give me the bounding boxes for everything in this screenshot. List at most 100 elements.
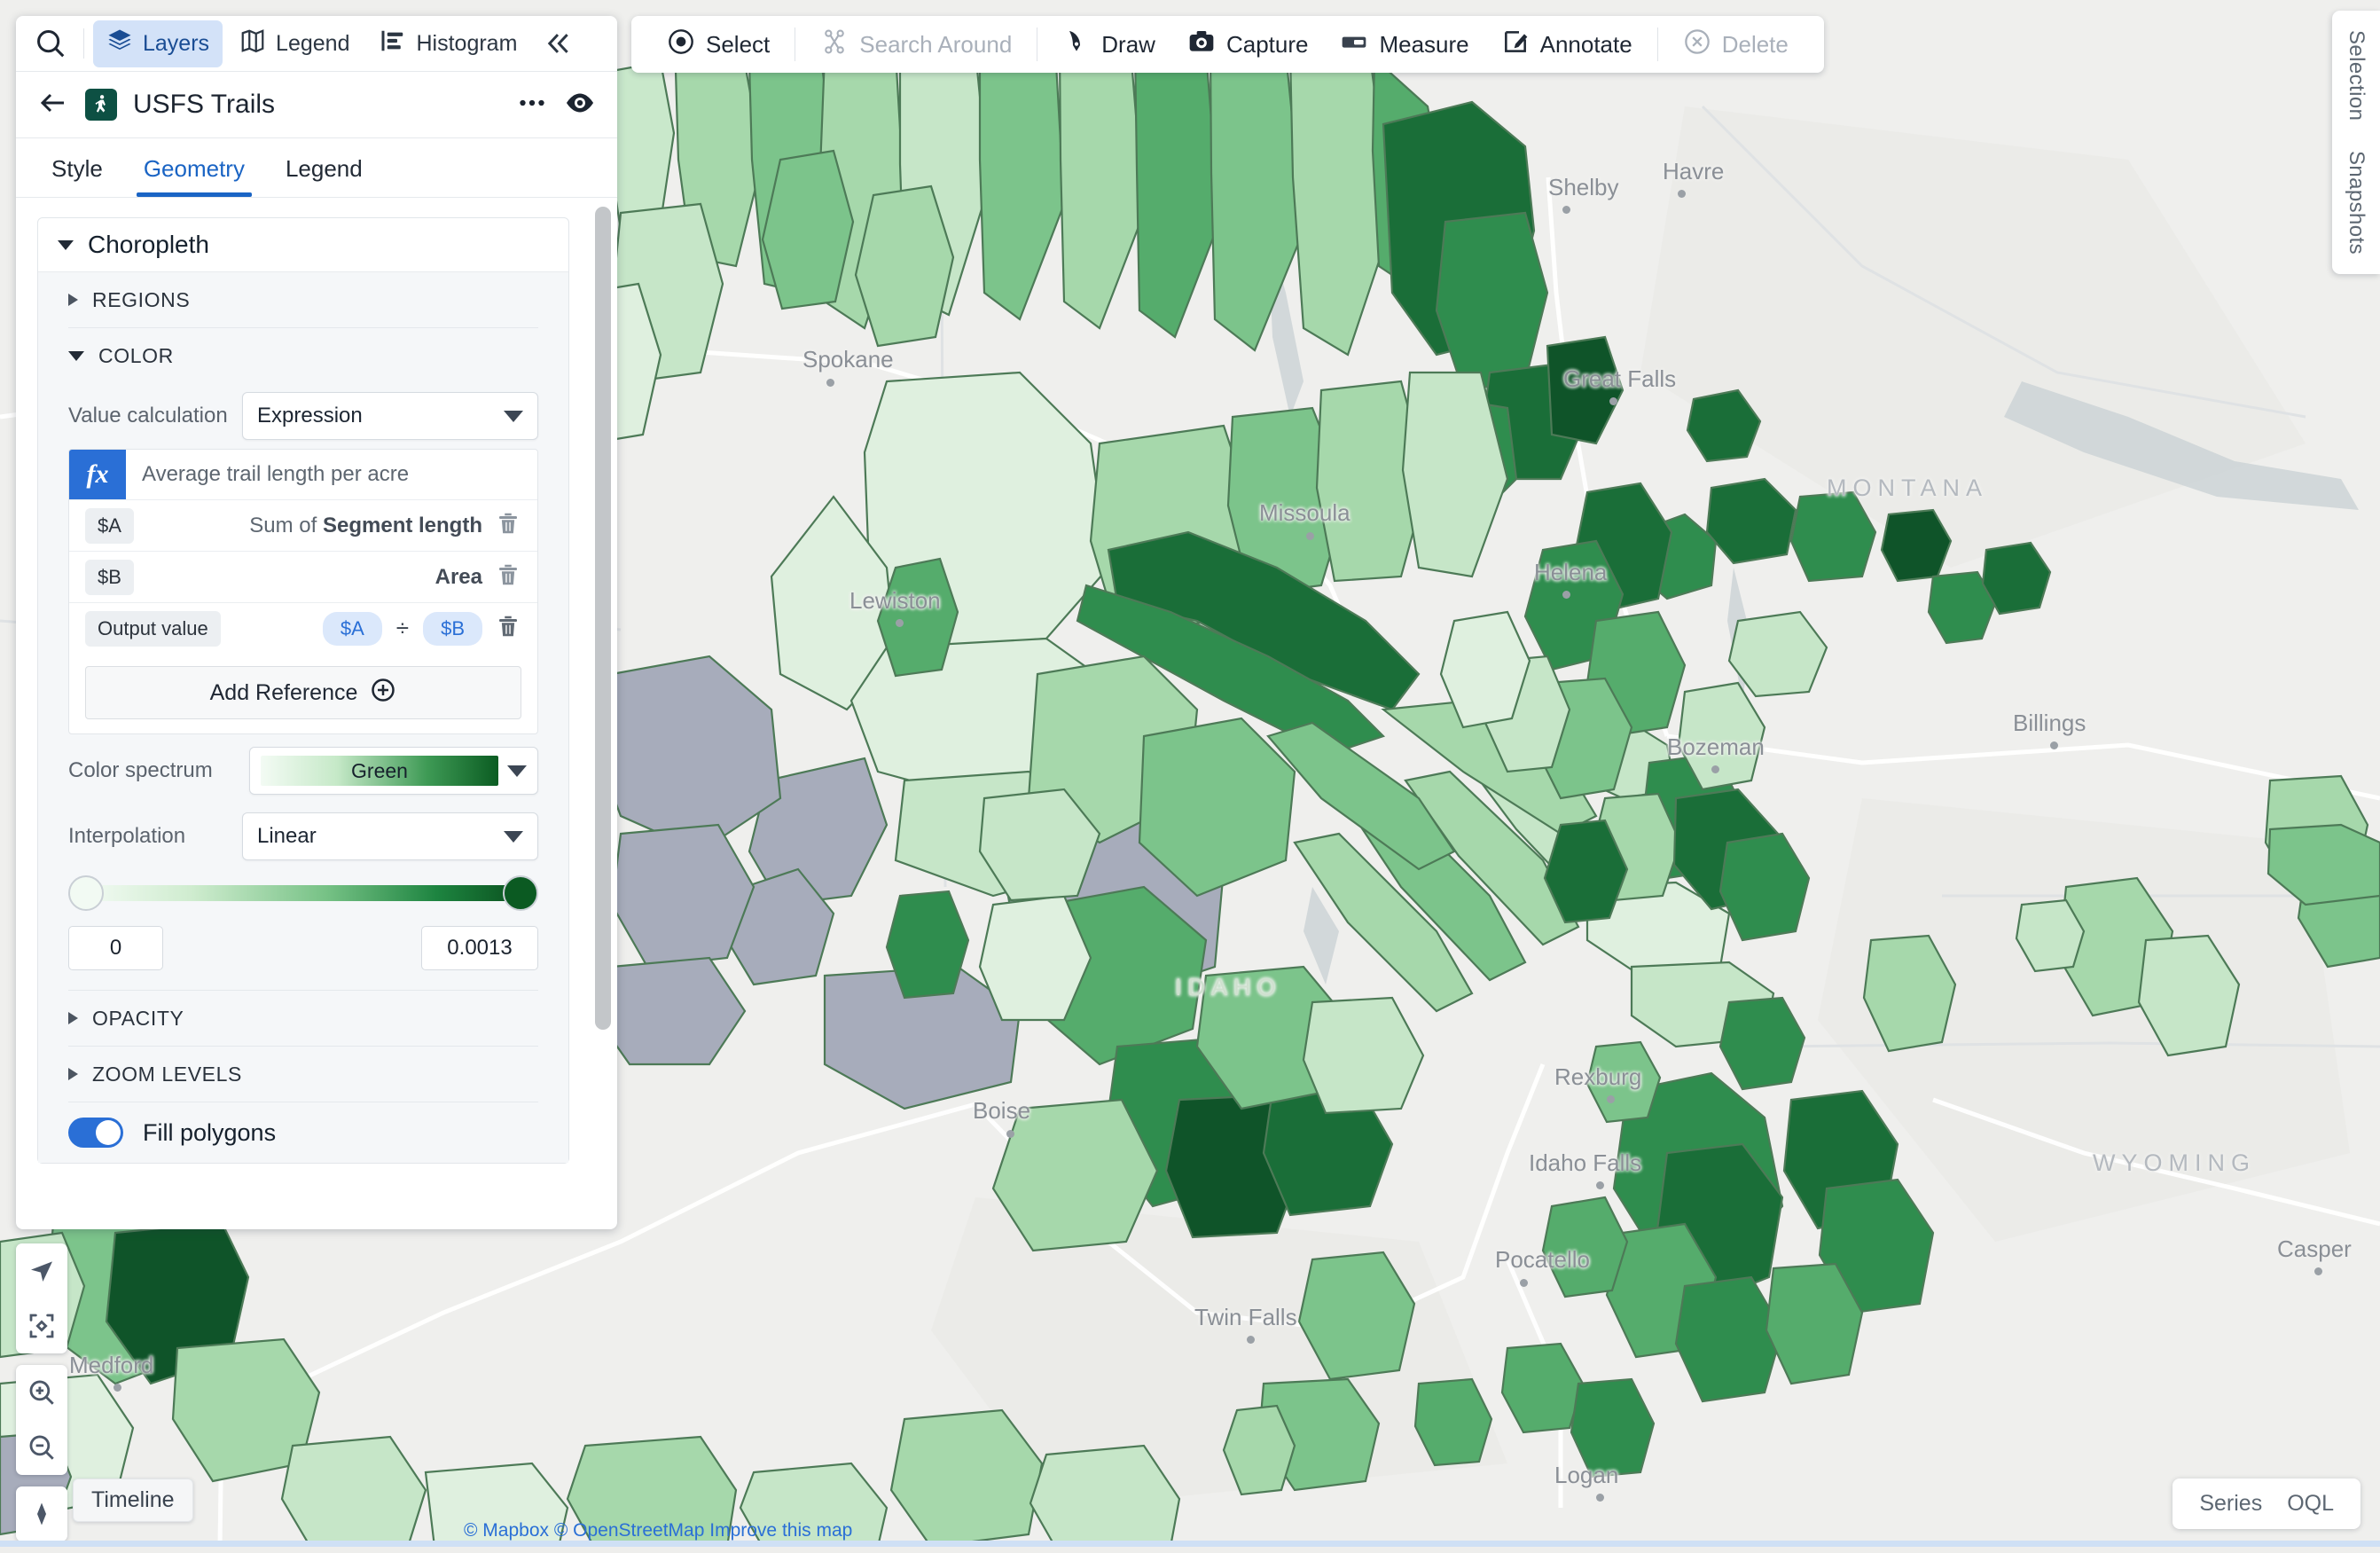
choropleth-card-header[interactable]: Choropleth [38,218,568,271]
panel-scrollbar-thumb[interactable] [595,207,611,1030]
output-operand-right[interactable]: $B [423,611,482,646]
expression-prefix: Sum of [249,513,323,537]
fill-polygons-toggle[interactable] [68,1118,123,1148]
color-range-max-handle[interactable] [503,875,538,911]
search-icon[interactable] [23,16,78,71]
color-spectrum-select[interactable]: Green [249,747,538,795]
city-dot [1520,1279,1528,1287]
city-dot [1247,1336,1255,1344]
panel-header: Layers Legend Histogram [16,16,617,72]
section-regions[interactable]: REGIONS [68,272,538,327]
panel-scrollbar[interactable] [595,207,611,1220]
oql-button[interactable]: OQL [2287,1491,2334,1517]
city-dot [1678,190,1686,198]
layer-title: USFS Trails [133,90,276,119]
panel-tab-legend[interactable]: Legend [226,20,363,67]
color-range-inputs: 0 0.0013 [68,926,538,970]
zoom-in-icon[interactable] [16,1365,67,1420]
timeline-button[interactable]: Timeline [73,1478,193,1522]
toolbar-measure-button[interactable]: Measure [1324,16,1484,73]
expression-output-row[interactable]: Output value $A ÷ $B [69,603,537,654]
toolbar-draw-button[interactable]: Draw [1046,16,1171,73]
compass-needle-icon[interactable] [16,1486,67,1541]
navigation-arrow-icon[interactable] [16,1243,67,1298]
layers-panel: Layers Legend Histogram USFS Trails Styl… [16,16,617,1229]
expression-row-a[interactable]: $A Sum of Segment length [69,500,537,552]
toolbar-capture-button[interactable]: Capture [1171,16,1325,73]
city-dot [896,619,904,627]
toolbar-search-around-button[interactable]: Search Around [804,16,1028,73]
trash-icon[interactable] [495,510,521,541]
chevron-double-left-icon[interactable] [530,16,585,71]
toolbar-label: Annotate [1539,30,1632,58]
toolbar-label: Select [706,30,771,58]
value-calculation-label: Value calculation [68,404,228,427]
trash-icon[interactable] [495,613,521,644]
city-dot [1562,206,1570,214]
value-calculation-select[interactable]: Expression [242,392,538,440]
choropleth-card: Choropleth REGIONS COLOR Value calculati… [37,217,569,1164]
section-label: ZOOM LEVELS [92,1062,242,1086]
section-color[interactable]: COLOR [68,328,538,383]
search-around-icon [820,27,849,62]
city-dot [1596,1181,1604,1189]
color-range-min-handle[interactable] [68,875,104,911]
more-ellipsis-icon[interactable] [516,87,548,123]
interpolation-label: Interpolation [68,824,186,848]
expression-builder: fx Average trail length per acre $A Sum … [68,449,538,734]
delete-circle-icon [1683,27,1711,62]
toolbar-delete-button[interactable]: Delete [1667,16,1805,73]
right-side-tabs: Selection Snapshots [2332,11,2380,275]
series-button[interactable]: Series [2199,1491,2262,1517]
toolbar-annotate-button[interactable]: Annotate [1485,16,1648,73]
side-tab-snapshots[interactable]: Snapshots [2344,151,2368,255]
tab-style[interactable]: Style [39,155,115,197]
map-icon [239,27,266,60]
eye-icon[interactable] [564,87,596,123]
fill-polygons-label: Fill polygons [143,1118,277,1146]
panel-tab-histogram[interactable]: Histogram [366,20,530,67]
range-max-input[interactable]: 0.0013 [421,926,538,970]
fit-bounds-icon[interactable] [16,1298,67,1353]
expression-row-b[interactable]: $B Area [69,552,537,603]
tab-geometry[interactable]: Geometry [131,155,257,197]
map-controls-group-compass [16,1486,67,1541]
layer-header: USFS Trails [16,72,617,138]
panel-tab-label: Histogram [416,30,518,56]
hiker-icon [85,89,117,121]
chevron-down-icon [504,410,523,422]
interpolation-value: Linear [257,824,317,848]
city-dot [2314,1267,2322,1275]
divide-operator-icon: ÷ [395,615,410,641]
interpolation-select[interactable]: Linear [242,812,538,860]
expression-title-row[interactable]: fx Average trail length per acre [69,450,537,500]
map-controls-group-zoom [16,1365,67,1475]
add-reference-label: Add Reference [209,679,358,705]
side-tab-selection[interactable]: Selection [2344,30,2368,121]
expression-row-b-value: Area [146,565,482,590]
city-dot [1562,591,1570,599]
interpolation-row: Interpolation Linear [68,804,538,869]
zoom-out-icon[interactable] [16,1420,67,1475]
tab-legend[interactable]: Legend [273,155,375,197]
chevron-right-icon [68,1068,78,1080]
annotate-icon [1501,27,1530,62]
map-attribution[interactable]: © Mapbox © OpenStreetMap Improve this ma… [464,1520,852,1541]
panel-header-divider [83,28,84,59]
trash-icon[interactable] [495,561,521,592]
section-label: REGIONS [92,287,191,311]
output-operand-left[interactable]: $A [322,611,382,646]
section-zoom-levels[interactable]: ZOOM LEVELS [68,1047,538,1102]
chevron-down-icon [58,239,74,250]
back-arrow-icon[interactable] [37,87,69,123]
color-range-slider[interactable] [68,869,538,917]
section-opacity[interactable]: OPACITY [68,991,538,1046]
city-dot [1306,532,1314,540]
add-reference-button[interactable]: Add Reference [85,666,521,719]
section-label: OPACITY [92,1006,184,1030]
panel-tab-layers[interactable]: Layers [93,20,223,67]
layer-settings-tabs: Style Geometry Legend [16,138,617,198]
toolbar-select-button[interactable]: Select [651,16,786,73]
range-min-input[interactable]: 0 [68,926,163,970]
value-calculation-row: Value calculation Expression [68,383,538,449]
